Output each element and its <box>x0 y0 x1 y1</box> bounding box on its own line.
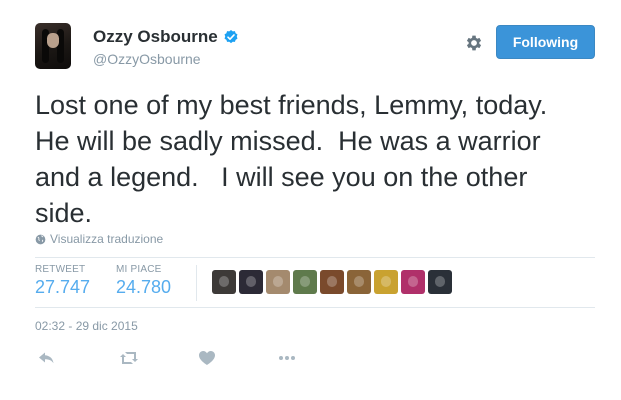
liker-avatar[interactable] <box>293 270 317 294</box>
author-name-row: Ozzy Osbourne <box>93 27 239 47</box>
translate-label: Visualizza traduzione <box>50 232 164 246</box>
retweet-stat[interactable]: RETWEET 27.747 <box>35 264 90 298</box>
author-avatar[interactable] <box>35 23 71 69</box>
like-stat-label: MI PIACE <box>116 264 162 275</box>
tweet-text: Lost one of my best friends, Lemmy, toda… <box>35 90 548 228</box>
liker-avatars <box>212 270 452 294</box>
liker-avatar[interactable] <box>347 270 371 294</box>
tweet-timestamp[interactable]: 02:32 - 29 dic 2015 <box>35 319 138 333</box>
author-name[interactable]: Ozzy Osbourne <box>93 27 218 47</box>
stats-divider-top <box>35 257 595 258</box>
liker-avatar[interactable] <box>212 270 236 294</box>
gear-icon[interactable] <box>464 33 484 53</box>
author-handle[interactable]: @OzzyOsbourne <box>93 51 201 67</box>
translate-link[interactable]: Visualizza traduzione <box>35 232 163 246</box>
reply-icon[interactable] <box>37 349 57 367</box>
like-count[interactable]: 24.780 <box>116 277 171 298</box>
retweet-stat-label: RETWEET <box>35 264 86 275</box>
heart-icon[interactable] <box>197 349 217 367</box>
liker-avatar[interactable] <box>239 270 263 294</box>
liker-avatar[interactable] <box>374 270 398 294</box>
retweet-icon[interactable] <box>119 349 139 367</box>
verified-badge-icon <box>224 30 238 44</box>
avatar-hair-right <box>57 29 64 63</box>
more-dots-icon[interactable] <box>277 349 297 367</box>
avatar-face <box>47 33 59 48</box>
retweet-count[interactable]: 27.747 <box>35 277 90 298</box>
liker-avatar[interactable] <box>428 270 452 294</box>
liker-avatar[interactable] <box>401 270 425 294</box>
stats-separator <box>196 265 197 301</box>
globe-icon <box>35 234 46 244</box>
liker-avatar[interactable] <box>320 270 344 294</box>
liker-avatar[interactable] <box>266 270 290 294</box>
stats-divider-bottom <box>35 307 595 308</box>
following-button[interactable]: Following <box>496 25 595 59</box>
like-stat[interactable]: MI PIACE 24.780 <box>116 264 171 298</box>
